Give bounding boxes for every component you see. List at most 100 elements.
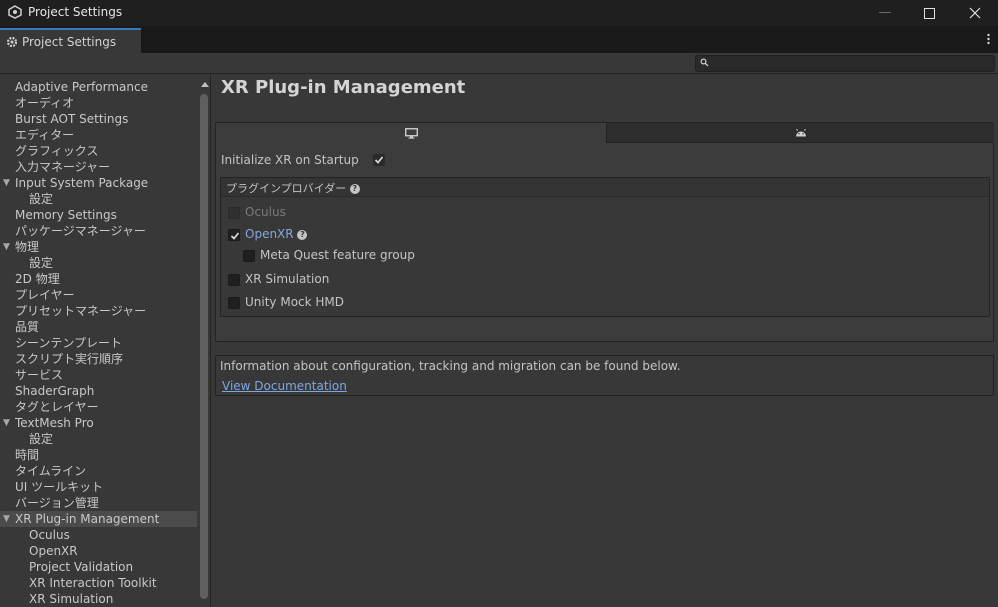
sidebar-item-label: サービス [15, 368, 64, 382]
gear-icon [6, 36, 18, 48]
unity-mock-hmd-checkbox[interactable] [228, 297, 240, 309]
sidebar-item-label: 品質 [15, 320, 40, 334]
sidebar-item[interactable]: シーンテンプレート [0, 335, 197, 351]
sidebar-item-label: XR Interaction Toolkit [29, 576, 157, 590]
sidebar-item[interactable]: ▼ 物理 [0, 239, 197, 255]
main-panel: XR Plug-in Management Initialize XR on S… [211, 74, 998, 607]
sidebar-item[interactable]: ShaderGraph [0, 383, 197, 399]
sidebar-item-label: タグとレイヤー [15, 400, 99, 414]
tab-android[interactable] [606, 123, 994, 143]
sidebar-item[interactable]: スクリプト実行順序 [0, 351, 197, 367]
sidebar-item-label: OpenXR [29, 544, 78, 558]
sidebar-item-label: 時間 [15, 448, 40, 462]
sidebar-item-label: XR Simulation [29, 592, 114, 606]
sidebar-item[interactable]: プリセットマネージャー [0, 303, 197, 319]
tab-project-settings[interactable]: Project Settings [0, 28, 141, 53]
sidebar-item[interactable]: グラフィックス [0, 143, 197, 159]
sidebar-item-label: Burst AOT Settings [15, 112, 129, 126]
init-xr-checkbox[interactable] [373, 154, 385, 166]
sidebar-item-label: エディター [15, 128, 75, 142]
expand-arrow-icon[interactable]: ▼ [3, 239, 10, 255]
sidebar-item[interactable]: バージョン管理 [0, 495, 197, 511]
sidebar-item[interactable]: XR Interaction Toolkit [0, 575, 197, 591]
sidebar-item[interactable]: パッケージマネージャー [0, 223, 197, 239]
help-icon[interactable]: ? [297, 229, 308, 240]
oculus-checkbox[interactable] [228, 207, 240, 219]
scroll-up-arrow-icon[interactable] [201, 82, 209, 87]
sidebar-item[interactable]: プレイヤー [0, 287, 197, 303]
sidebar-item[interactable]: ▼ Input System Package [0, 175, 197, 191]
plugin-providers-title: プラグインプロバイダー [226, 182, 347, 195]
sidebar-item[interactable]: タイムライン [0, 463, 197, 479]
sidebar-item-label: Memory Settings [15, 208, 117, 222]
sidebar-item[interactable]: ▼ TextMesh Pro [0, 415, 197, 431]
sidebar-item[interactable]: Project Validation [0, 559, 197, 575]
sidebar-item-label: パッケージマネージャー [15, 224, 146, 238]
settings-sidebar: Adaptive Performance オーディオ Burst AOT Setti… [0, 74, 211, 607]
sidebar-item[interactable]: ▼ XR Plug-in Management [0, 511, 197, 527]
openxr-checkbox[interactable] [228, 229, 240, 241]
sidebar-item[interactable]: Burst AOT Settings [0, 111, 197, 127]
tab-standalone[interactable] [216, 123, 606, 143]
sidebar-item[interactable]: Oculus [0, 527, 197, 543]
expand-arrow-icon[interactable]: ▼ [3, 175, 10, 191]
plugin-providers-box: プラグインプロバイダー ? Oculus OpenXR ? Meta Quest… [220, 177, 990, 317]
sidebar-item[interactable]: 設定 [0, 255, 197, 271]
sidebar-item-label: 設定 [29, 256, 54, 270]
sidebar-item-label: シーンテンプレート [15, 336, 123, 350]
tab-bar: Project Settings [0, 26, 998, 53]
sidebar-item[interactable]: 設定 [0, 431, 197, 447]
scrollbar-thumb[interactable] [200, 94, 208, 599]
sidebar-item[interactable]: Adaptive Performance [0, 79, 197, 95]
sidebar-item[interactable]: サービス [0, 367, 197, 383]
info-text: Information about configuration, trackin… [220, 359, 681, 373]
page-title: XR Plug-in Management [221, 77, 466, 98]
sidebar-item[interactable]: オーディオ [0, 95, 197, 111]
plugin-providers-header: プラグインプロバイダー ? [221, 178, 989, 197]
sidebar-item[interactable]: 品質 [0, 319, 197, 335]
xr-simulation-checkbox[interactable] [228, 274, 240, 286]
sidebar-item-label: 入力マネージャー [15, 160, 111, 174]
openxr-label-text: OpenXR [245, 227, 294, 241]
sidebar-item[interactable]: エディター [0, 127, 197, 143]
view-documentation-link[interactable]: View Documentation [222, 379, 347, 393]
tab-label: Project Settings [22, 35, 117, 49]
close-button[interactable] [952, 0, 998, 26]
sidebar-item[interactable]: Memory Settings [0, 207, 197, 223]
sidebar-item[interactable]: 時間 [0, 447, 197, 463]
sidebar-item-label: UI ツールキット [15, 480, 104, 494]
expand-arrow-icon[interactable]: ▼ [3, 415, 10, 431]
sidebar-item[interactable]: OpenXR [0, 543, 197, 559]
title-bar: Project Settings [0, 0, 998, 26]
window-title: Project Settings [28, 5, 123, 19]
sidebar-item[interactable]: 入力マネージャー [0, 159, 197, 175]
sidebar-item-label: TextMesh Pro [15, 416, 94, 430]
sidebar-item[interactable]: 2D 物理 [0, 271, 197, 287]
sidebar-item-label: ShaderGraph [15, 384, 95, 398]
search-row [0, 53, 998, 74]
sidebar-item-label: スクリプト実行順序 [15, 352, 124, 366]
sidebar-item-label: タイムライン [15, 464, 87, 478]
sidebar-item-label: Project Validation [29, 560, 134, 574]
more-options-icon[interactable] [987, 33, 990, 45]
sidebar-item-label: 物理 [15, 240, 40, 254]
openxr-label[interactable]: OpenXR ? [245, 227, 308, 241]
sidebar-item[interactable]: 設定 [0, 191, 197, 207]
sidebar-item[interactable]: XR Simulation [0, 591, 197, 607]
help-icon[interactable]: ? [349, 184, 360, 194]
sidebar-item-label: プリセットマネージャー [15, 304, 147, 318]
meta-quest-label: Meta Quest feature group [260, 248, 415, 262]
sidebar-item-label: Input System Package [15, 176, 149, 190]
meta-quest-checkbox[interactable] [243, 250, 255, 262]
expand-arrow-icon[interactable]: ▼ [3, 511, 10, 527]
maximize-button[interactable] [906, 0, 952, 26]
sidebar-item-label: Oculus [29, 528, 70, 542]
search-input[interactable] [695, 55, 995, 72]
sidebar-item-label: 設定 [29, 192, 54, 206]
sidebar-item-label: オーディオ [15, 96, 75, 110]
xr-simulation-label: XR Simulation [245, 272, 330, 286]
sidebar-item[interactable]: タグとレイヤー [0, 399, 197, 415]
sidebar-item[interactable]: UI ツールキット [0, 479, 197, 495]
checkmark-icon [230, 232, 240, 240]
minimize-button[interactable] [862, 0, 908, 26]
